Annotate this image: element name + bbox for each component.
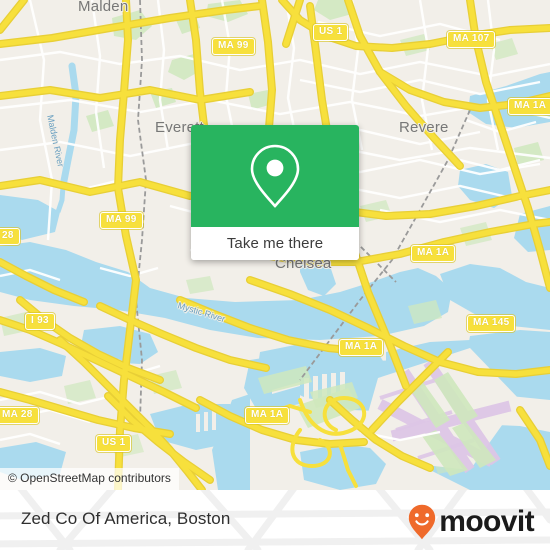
page-footer: Zed Co Of America, Boston moovit bbox=[0, 490, 550, 550]
map-pin-icon bbox=[250, 144, 300, 208]
moovit-wordmark: moovit bbox=[439, 505, 534, 538]
moovit-pin-icon bbox=[409, 504, 436, 540]
place-popup-card[interactable]: Take me there bbox=[191, 125, 359, 260]
moovit-logo[interactable]: moovit bbox=[408, 504, 535, 540]
osm-attribution[interactable]: © OpenStreetMap contributors bbox=[0, 468, 179, 490]
take-me-there-label: Take me there bbox=[226, 235, 324, 252]
place-title: Zed Co Of America, Boston bbox=[21, 509, 231, 528]
moovit-map-page: Malden Everett Revere Chelsea Malden Riv… bbox=[0, 0, 550, 550]
popup-header bbox=[191, 125, 359, 227]
take-me-there-button[interactable]: Take me there bbox=[191, 227, 359, 260]
